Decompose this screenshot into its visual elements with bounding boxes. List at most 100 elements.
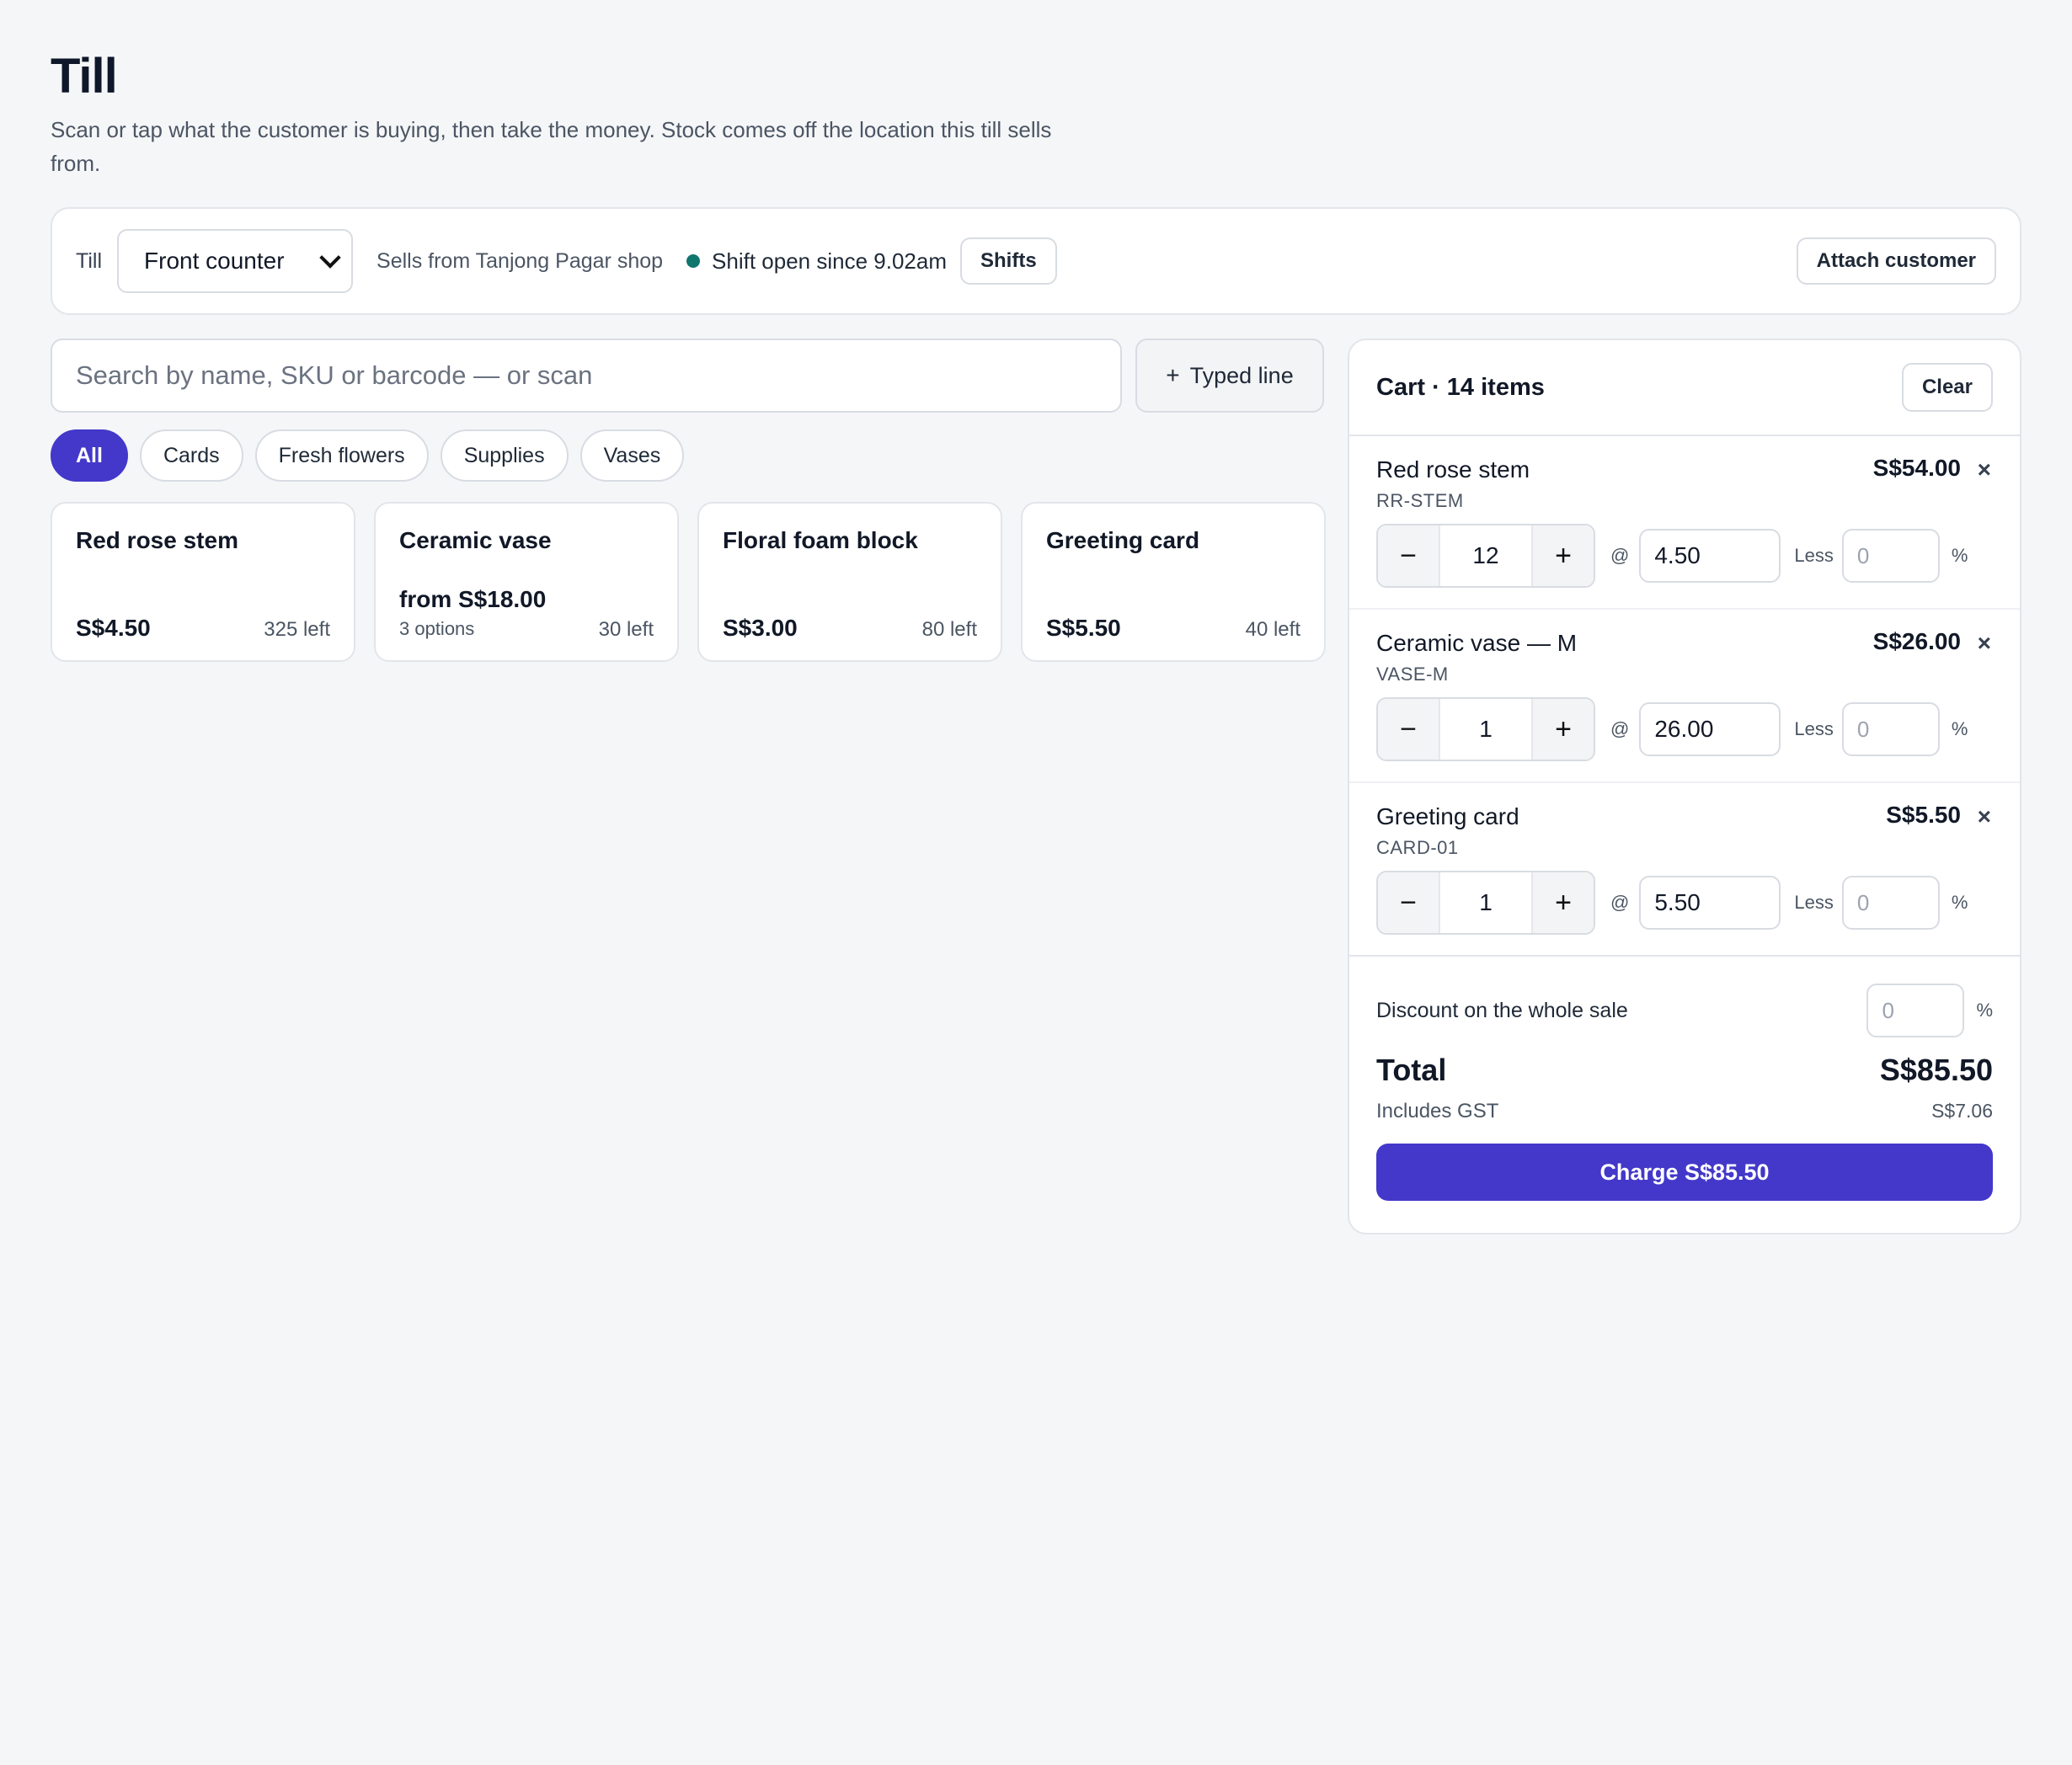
product-name: Red rose stem xyxy=(76,527,238,553)
cart-line-controls: − 1 + @ 5.50 Less 0 % xyxy=(1376,871,1968,935)
cart-line-sku: RR-STEM xyxy=(1376,490,1464,511)
increase-quantity-button[interactable]: + xyxy=(1533,872,1594,933)
cart-line-total: S$26.00 xyxy=(1872,628,1961,654)
quantity-stepper: − 1 + xyxy=(1376,871,1595,935)
product-stock: 30 left xyxy=(598,618,654,641)
remove-line-icon[interactable]: × xyxy=(1978,803,1991,830)
quantity-stepper: − 1 + xyxy=(1376,697,1595,761)
decrease-quantity-button[interactable]: − xyxy=(1378,699,1439,760)
page-subtitle: Scan or tap what the customer is buying,… xyxy=(51,117,1052,176)
less-label: Less xyxy=(1794,545,1834,566)
at-symbol: @ xyxy=(1610,545,1630,566)
remove-line-icon[interactable]: × xyxy=(1978,456,1991,483)
cart-line: Ceramic vase — M VASE-M S$26.00 × − 1 + … xyxy=(1349,610,2020,783)
shift-status-dot-icon xyxy=(686,254,701,268)
search-placeholder: Search by name, SKU or barcode — or scan xyxy=(76,360,593,390)
product-stock: 40 left xyxy=(1245,618,1300,641)
category-chip-vases[interactable]: Vases xyxy=(579,429,685,482)
line-discount-input[interactable]: 0 xyxy=(1841,876,1940,930)
percent-label: % xyxy=(1951,545,1968,566)
chevron-down-icon xyxy=(319,247,341,269)
cart-summary: Discount on the whole sale 0 % Total S$8… xyxy=(1349,955,2020,1233)
cart-line-controls: − 1 + @ 26.00 Less 0 % xyxy=(1376,697,1968,761)
clear-cart-button[interactable]: Clear xyxy=(1901,363,1993,412)
typed-line-label: Typed line xyxy=(1189,362,1294,388)
cart-line: Red rose stem RR-STEM S$54.00 × − 12 + @… xyxy=(1349,436,2020,610)
product-price: S$5.50 xyxy=(1046,615,1121,641)
product-search-input[interactable]: Search by name, SKU or barcode — or scan xyxy=(51,339,1122,413)
typed-line-button[interactable]: + Typed line xyxy=(1135,339,1324,413)
product-name: Ceramic vase xyxy=(399,527,552,553)
product-stock: 80 left xyxy=(921,618,977,641)
unit-price-input[interactable]: 26.00 xyxy=(1639,702,1781,756)
till-select[interactable]: Front counter xyxy=(117,229,354,293)
percent-label: % xyxy=(1976,1000,1993,1021)
percent-label: % xyxy=(1951,718,1968,739)
cart-title: Cart · 14 items xyxy=(1376,373,1545,401)
remove-line-icon[interactable]: × xyxy=(1978,630,1991,657)
attach-customer-button[interactable]: Attach customer xyxy=(1796,237,1996,285)
decrease-quantity-button[interactable]: − xyxy=(1378,525,1439,586)
shifts-button[interactable]: Shifts xyxy=(960,237,1057,285)
till-page: Till Scan or tap what the customer is bu… xyxy=(0,0,2072,1765)
cart-panel: Cart · 14 items Clear Red rose stem RR-S… xyxy=(1348,339,2021,1234)
sale-discount-control: 0 % xyxy=(1866,984,1993,1037)
product-price: S$4.50 xyxy=(76,615,151,641)
total-label: Total xyxy=(1376,1053,1447,1087)
increase-quantity-button[interactable]: + xyxy=(1533,699,1594,760)
product-card[interactable]: Floral foam block S$3.00 80 left xyxy=(697,502,1002,662)
cart-line-total: S$5.50 xyxy=(1886,802,1961,828)
total-row: Total S$85.50 xyxy=(1376,1053,1993,1088)
product-card[interactable]: Greeting card S$5.50 40 left xyxy=(1021,502,1326,662)
less-label: Less xyxy=(1794,892,1834,913)
plus-icon: + xyxy=(1166,362,1180,388)
at-symbol: @ xyxy=(1610,892,1630,913)
product-options: 3 options xyxy=(399,618,475,639)
shift-status-text: Shift open since 9.02am xyxy=(712,248,947,274)
sale-discount-input[interactable]: 0 xyxy=(1866,984,1965,1037)
product-price: S$3.00 xyxy=(723,615,798,641)
sells-from-text: Sells from Tanjong Pagar shop xyxy=(376,248,664,273)
cart-line-controls: − 12 + @ 4.50 Less 0 % xyxy=(1376,524,1968,588)
cart-line-sku: CARD-01 xyxy=(1376,837,1459,858)
unit-price-input[interactable]: 4.50 xyxy=(1639,529,1781,583)
till-label: Till xyxy=(76,248,103,273)
line-discount-input[interactable]: 0 xyxy=(1841,702,1940,756)
quantity-input[interactable]: 1 xyxy=(1439,872,1533,933)
percent-label: % xyxy=(1951,892,1968,913)
category-filter: All Cards Fresh flowers Supplies Vases xyxy=(51,429,685,482)
increase-quantity-button[interactable]: + xyxy=(1533,525,1594,586)
cart-header: Cart · 14 items Clear xyxy=(1349,340,2020,436)
product-name: Greeting card xyxy=(1046,527,1200,553)
quantity-input[interactable]: 12 xyxy=(1439,525,1533,586)
cart-line-sku: VASE-M xyxy=(1376,664,1449,685)
charge-button[interactable]: Charge S$85.50 xyxy=(1376,1144,1993,1201)
total-value: S$85.50 xyxy=(1879,1053,1993,1087)
category-chip-supplies[interactable]: Supplies xyxy=(440,429,569,482)
cart-line-total: S$54.00 xyxy=(1872,455,1961,481)
category-chip-fresh-flowers[interactable]: Fresh flowers xyxy=(254,429,429,482)
line-discount-input[interactable]: 0 xyxy=(1841,529,1940,583)
category-chip-all[interactable]: All xyxy=(51,429,128,482)
product-card[interactable]: Ceramic vase from S$18.00 3 options 30 l… xyxy=(374,502,679,662)
product-stock: 325 left xyxy=(264,618,330,641)
gst-label: Includes GST xyxy=(1376,1100,1499,1122)
till-toolbar: Till Front counter Sells from Tanjong Pa… xyxy=(51,207,2021,315)
decrease-quantity-button[interactable]: − xyxy=(1378,872,1439,933)
less-label: Less xyxy=(1794,718,1834,739)
gst-row: Includes GST S$7.06 xyxy=(1376,1100,1993,1123)
product-card[interactable]: Red rose stem S$4.50 325 left xyxy=(51,502,355,662)
unit-price-input[interactable]: 5.50 xyxy=(1639,876,1781,930)
sale-discount-label: Discount on the whole sale xyxy=(1376,998,1628,1022)
category-chip-cards[interactable]: Cards xyxy=(139,429,243,482)
at-symbol: @ xyxy=(1610,718,1630,739)
gst-value: S$7.06 xyxy=(1931,1100,1993,1122)
till-select-value: Front counter xyxy=(144,248,285,274)
sale-discount-row: Discount on the whole sale 0 % xyxy=(1376,982,1993,1039)
product-price: from S$18.00 xyxy=(399,586,547,612)
quantity-input[interactable]: 1 xyxy=(1439,699,1533,760)
product-name: Floral foam block xyxy=(723,527,918,553)
product-grid: Red rose stem S$4.50 325 left Ceramic va… xyxy=(51,502,1326,662)
cart-line: Greeting card CARD-01 S$5.50 × − 1 + @ 5… xyxy=(1349,783,2020,957)
quantity-stepper: − 12 + xyxy=(1376,524,1595,588)
